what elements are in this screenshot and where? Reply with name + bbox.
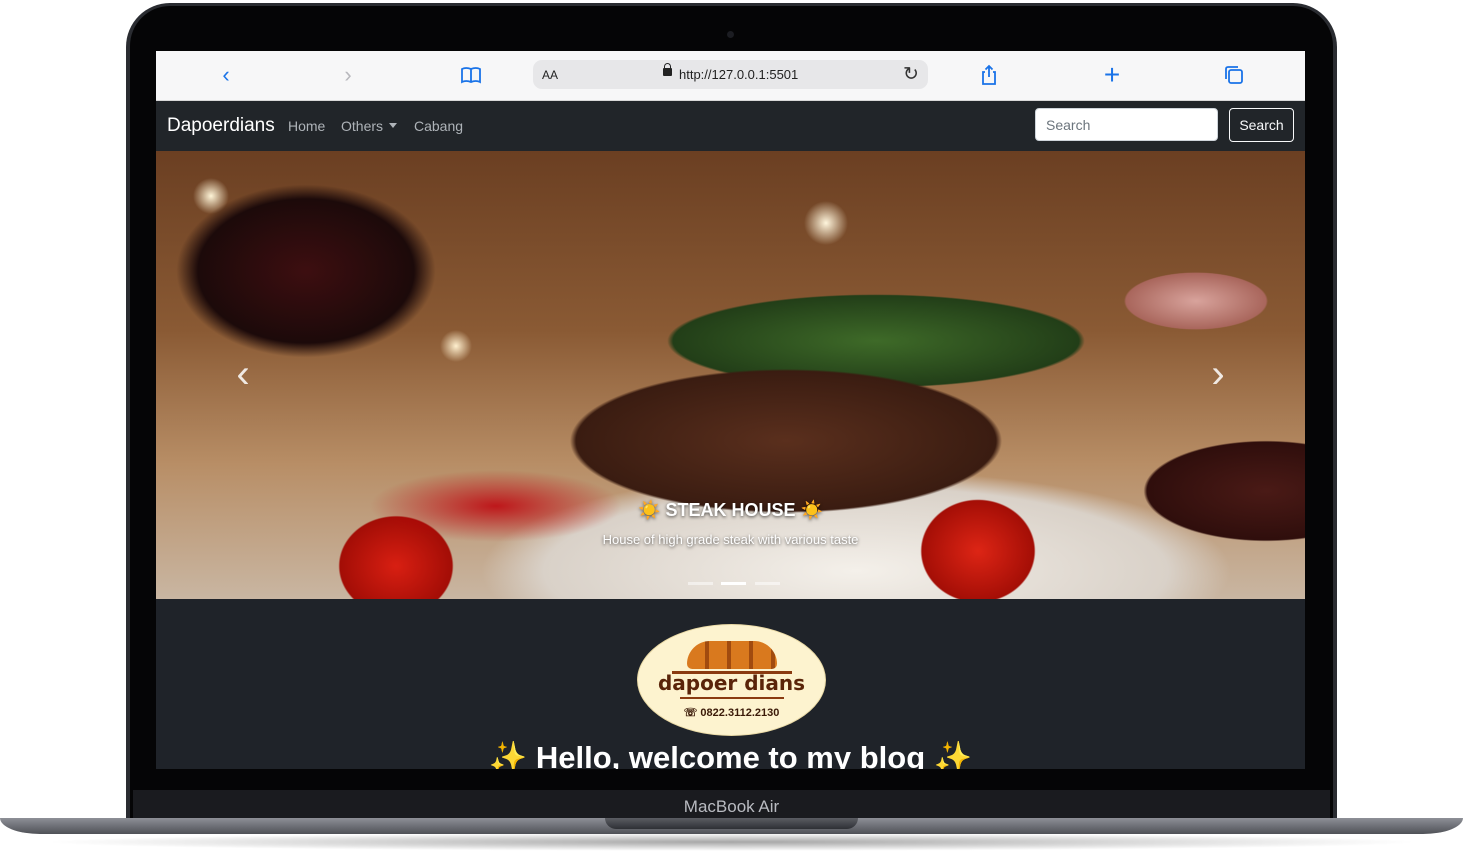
carousel-prev-icon[interactable]: ‹ xyxy=(228,354,258,394)
caption-text: House of high grade steak with various t… xyxy=(602,532,859,547)
tabs-icon[interactable] xyxy=(1222,63,1246,87)
carousel-indicators xyxy=(686,572,782,590)
forward-icon[interactable]: › xyxy=(336,63,360,87)
carousel-indicator[interactable] xyxy=(754,582,780,585)
nav-link-cabang[interactable]: Cabang xyxy=(414,118,463,134)
browser-toolbar: ‹ › AA http://127.0.0.1:5501 ↻ + xyxy=(156,51,1305,101)
carousel-indicator-active[interactable] xyxy=(721,582,747,585)
bookmarks-icon[interactable] xyxy=(459,63,483,87)
caption-title: ☀️ STEAK HOUSE ☀️ xyxy=(638,500,823,520)
carousel-indicator[interactable] xyxy=(688,582,713,585)
reader-mode-button[interactable]: AA xyxy=(542,68,558,82)
brand-logo: dapoer dians ☏ 0822.3112.2130 xyxy=(637,624,826,736)
hero-carousel: ‹ › ☀️ STEAK HOUSE ☀️ House of high grad… xyxy=(156,151,1305,599)
carousel-caption: ☀️ STEAK HOUSE ☀️ House of high grade st… xyxy=(156,500,1305,547)
new-tab-icon[interactable]: + xyxy=(1100,61,1124,89)
nav-dropdown-others[interactable]: Others xyxy=(341,118,398,134)
logo-phone: ☏ 0822.3112.2130 xyxy=(683,707,780,719)
browser-screen: ‹ › AA http://127.0.0.1:5501 ↻ + Dapoerd… xyxy=(156,51,1305,769)
site-navbar: Dapoerdians Home Others Cabang Search xyxy=(156,101,1305,151)
nav-dropdown-label: Others xyxy=(341,118,384,134)
logo-name: dapoer dians xyxy=(657,671,806,695)
device-label: MacBook Air xyxy=(683,797,780,816)
address-bar[interactable]: AA http://127.0.0.1:5501 ↻ xyxy=(533,60,928,89)
laptop-notch xyxy=(605,818,858,829)
search-input[interactable] xyxy=(1035,108,1218,141)
lock-icon xyxy=(663,63,672,76)
logo-bread-graphic xyxy=(687,641,777,669)
back-icon[interactable]: ‹ xyxy=(214,63,238,87)
laptop-shadow xyxy=(40,833,1423,851)
caret-down-icon xyxy=(389,123,398,128)
logo-divider xyxy=(680,697,784,699)
camera-icon xyxy=(727,31,734,38)
share-icon[interactable] xyxy=(977,63,1001,87)
reload-icon[interactable]: ↻ xyxy=(903,63,919,86)
url-text[interactable]: http://127.0.0.1:5501 xyxy=(679,67,798,82)
carousel-next-icon[interactable]: › xyxy=(1203,354,1233,394)
nav-link-home[interactable]: Home xyxy=(288,118,325,134)
navbar-brand[interactable]: Dapoerdians xyxy=(167,115,275,137)
welcome-heading: ✨ Hello, welcome to my blog ✨ xyxy=(488,740,973,769)
search-button[interactable]: Search xyxy=(1229,108,1294,142)
